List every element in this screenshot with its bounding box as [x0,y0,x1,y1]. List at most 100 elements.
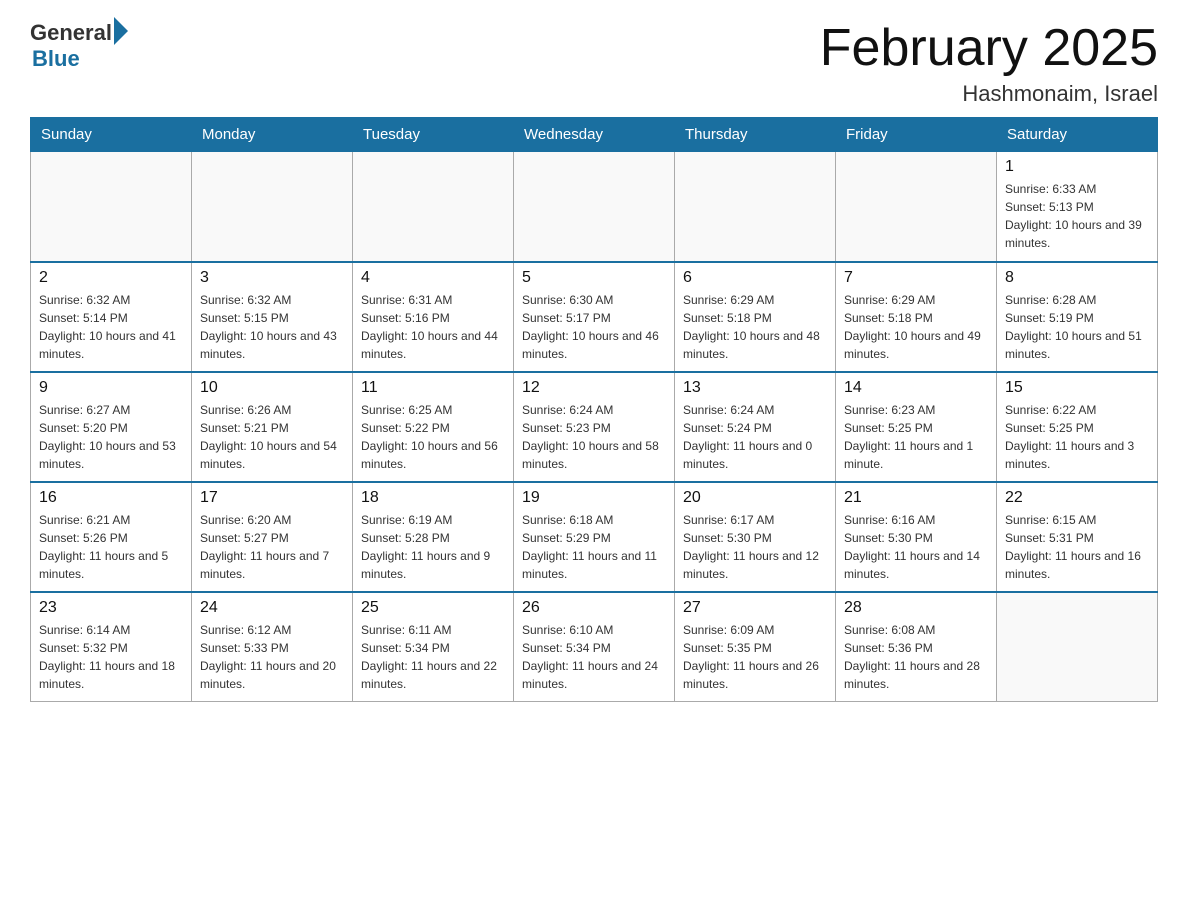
logo-general-text: General [30,20,112,46]
calendar-cell: 19 Sunrise: 6:18 AMSunset: 5:29 PMDayligh… [514,482,675,592]
calendar-cell: 11 Sunrise: 6:25 AMSunset: 5:22 PMDayligh… [353,372,514,482]
weekday-header-tuesday: Tuesday [353,118,514,152]
day-info: Sunrise: 6:10 AMSunset: 5:34 PMDaylight:… [522,621,666,693]
calendar-cell: 6 Sunrise: 6:29 AMSunset: 5:18 PMDaylight… [675,262,836,372]
calendar-cell [836,152,997,262]
day-number: 1 [1005,158,1149,176]
day-number: 10 [200,379,344,397]
calendar-cell [192,152,353,262]
calendar-cell: 28 Sunrise: 6:08 AMSunset: 5:36 PMDayligh… [836,592,997,702]
calendar-cell: 3Sunrise: 6:32 AMSunset: 5:15 PMDaylight… [192,262,353,372]
calendar-cell: 13 Sunrise: 6:24 AMSunset: 5:24 PMDayligh… [675,372,836,482]
day-info: Sunrise: 6:08 AMSunset: 5:36 PMDaylight:… [844,621,988,693]
day-number: 7 [844,269,988,287]
weekday-header-saturday: Saturday [997,118,1158,152]
calendar-cell: 27 Sunrise: 6:09 AMSunset: 5:35 PMDayligh… [675,592,836,702]
day-info: Sunrise: 6:25 AMSunset: 5:22 PMDaylight:… [361,401,505,473]
day-number: 11 [361,379,505,397]
weekday-header-wednesday: Wednesday [514,118,675,152]
day-number: 15 [1005,379,1149,397]
calendar-cell: 21 Sunrise: 6:16 AMSunset: 5:30 PMDayligh… [836,482,997,592]
calendar-cell: 7 Sunrise: 6:29 AMSunset: 5:18 PMDaylight… [836,262,997,372]
day-number: 27 [683,599,827,617]
day-number: 16 [39,489,183,507]
calendar-cell: 25 Sunrise: 6:11 AMSunset: 5:34 PMDayligh… [353,592,514,702]
day-number: 17 [200,489,344,507]
day-info: Sunrise: 6:32 AMSunset: 5:15 PMDaylight:… [200,291,344,363]
day-number: 21 [844,489,988,507]
calendar-cell [514,152,675,262]
calendar-cell [31,152,192,262]
day-number: 13 [683,379,827,397]
day-info: Sunrise: 6:16 AMSunset: 5:30 PMDaylight:… [844,511,988,583]
calendar-cell: 18Sunrise: 6:19 AMSunset: 5:28 PMDayligh… [353,482,514,592]
calendar-cell: 1Sunrise: 6:33 AMSunset: 5:13 PMDaylight… [997,152,1158,262]
calendar-cell: 2 Sunrise: 6:32 AMSunset: 5:14 PMDaylight… [31,262,192,372]
day-number: 28 [844,599,988,617]
weekday-header-sunday: Sunday [31,118,192,152]
day-number: 19 [522,489,666,507]
day-info: Sunrise: 6:30 AMSunset: 5:17 PMDaylight:… [522,291,666,363]
weekday-header-row: SundayMondayTuesdayWednesdayThursdayFrid… [31,118,1158,152]
day-info: Sunrise: 6:09 AMSunset: 5:35 PMDaylight:… [683,621,827,693]
day-number: 18 [361,489,505,507]
day-number: 2 [39,269,183,287]
day-number: 12 [522,379,666,397]
calendar-week-row: 23 Sunrise: 6:14 AMSunset: 5:32 PMDayligh… [31,592,1158,702]
day-info: Sunrise: 6:27 AMSunset: 5:20 PMDaylight:… [39,401,183,473]
calendar-cell: 12 Sunrise: 6:24 AMSunset: 5:23 PMDayligh… [514,372,675,482]
day-number: 26 [522,599,666,617]
day-info: Sunrise: 6:26 AMSunset: 5:21 PMDaylight:… [200,401,344,473]
day-info: Sunrise: 6:20 AMSunset: 5:27 PMDaylight:… [200,511,344,583]
title-block: February 2025 Hashmonaim, Israel [820,20,1158,107]
calendar-cell: 4 Sunrise: 6:31 AMSunset: 5:16 PMDaylight… [353,262,514,372]
day-info: Sunrise: 6:23 AMSunset: 5:25 PMDaylight:… [844,401,988,473]
day-info: Sunrise: 6:11 AMSunset: 5:34 PMDaylight:… [361,621,505,693]
day-info: Sunrise: 6:22 AMSunset: 5:25 PMDaylight:… [1005,401,1149,473]
day-number: 6 [683,269,827,287]
day-info: Sunrise: 6:29 AMSunset: 5:18 PMDaylight:… [844,291,988,363]
day-number: 23 [39,599,183,617]
calendar-week-row: 1Sunrise: 6:33 AMSunset: 5:13 PMDaylight… [31,152,1158,262]
day-number: 9 [39,379,183,397]
logo: General Blue [30,20,128,72]
calendar-cell: 8Sunrise: 6:28 AMSunset: 5:19 PMDaylight… [997,262,1158,372]
calendar-cell: 9 Sunrise: 6:27 AMSunset: 5:20 PMDaylight… [31,372,192,482]
calendar-cell: 23 Sunrise: 6:14 AMSunset: 5:32 PMDayligh… [31,592,192,702]
weekday-header-thursday: Thursday [675,118,836,152]
day-number: 4 [361,269,505,287]
day-info: Sunrise: 6:18 AMSunset: 5:29 PMDaylight:… [522,511,666,583]
day-info: Sunrise: 6:31 AMSunset: 5:16 PMDaylight:… [361,291,505,363]
day-number: 25 [361,599,505,617]
calendar-cell: 22Sunrise: 6:15 AMSunset: 5:31 PMDayligh… [997,482,1158,592]
calendar-cell [353,152,514,262]
calendar-week-row: 2 Sunrise: 6:32 AMSunset: 5:14 PMDaylight… [31,262,1158,372]
day-number: 5 [522,269,666,287]
calendar-cell: 20Sunrise: 6:17 AMSunset: 5:30 PMDayligh… [675,482,836,592]
calendar-table: SundayMondayTuesdayWednesdayThursdayFrid… [30,117,1158,702]
page-header: General Blue February 2025 Hashmonaim, I… [30,20,1158,107]
day-info: Sunrise: 6:29 AMSunset: 5:18 PMDaylight:… [683,291,827,363]
day-info: Sunrise: 6:32 AMSunset: 5:14 PMDaylight:… [39,291,183,363]
calendar-cell [997,592,1158,702]
calendar-cell [675,152,836,262]
weekday-header-friday: Friday [836,118,997,152]
calendar-week-row: 9 Sunrise: 6:27 AMSunset: 5:20 PMDaylight… [31,372,1158,482]
day-number: 22 [1005,489,1149,507]
month-title: February 2025 [820,20,1158,77]
logo-triangle-icon [114,17,128,45]
day-info: Sunrise: 6:21 AMSunset: 5:26 PMDaylight:… [39,511,183,583]
weekday-header-monday: Monday [192,118,353,152]
logo-blue-text: Blue [32,46,128,72]
location-title: Hashmonaim, Israel [820,81,1158,107]
calendar-cell: 26 Sunrise: 6:10 AMSunset: 5:34 PMDayligh… [514,592,675,702]
day-info: Sunrise: 6:24 AMSunset: 5:23 PMDaylight:… [522,401,666,473]
calendar-cell: 5 Sunrise: 6:30 AMSunset: 5:17 PMDaylight… [514,262,675,372]
calendar-cell: 10 Sunrise: 6:26 AMSunset: 5:21 PMDayligh… [192,372,353,482]
day-info: Sunrise: 6:28 AMSunset: 5:19 PMDaylight:… [1005,291,1149,363]
calendar-cell: 16 Sunrise: 6:21 AMSunset: 5:26 PMDayligh… [31,482,192,592]
day-number: 20 [683,489,827,507]
calendar-cell: 24Sunrise: 6:12 AMSunset: 5:33 PMDayligh… [192,592,353,702]
day-info: Sunrise: 6:14 AMSunset: 5:32 PMDaylight:… [39,621,183,693]
day-info: Sunrise: 6:24 AMSunset: 5:24 PMDaylight:… [683,401,827,473]
